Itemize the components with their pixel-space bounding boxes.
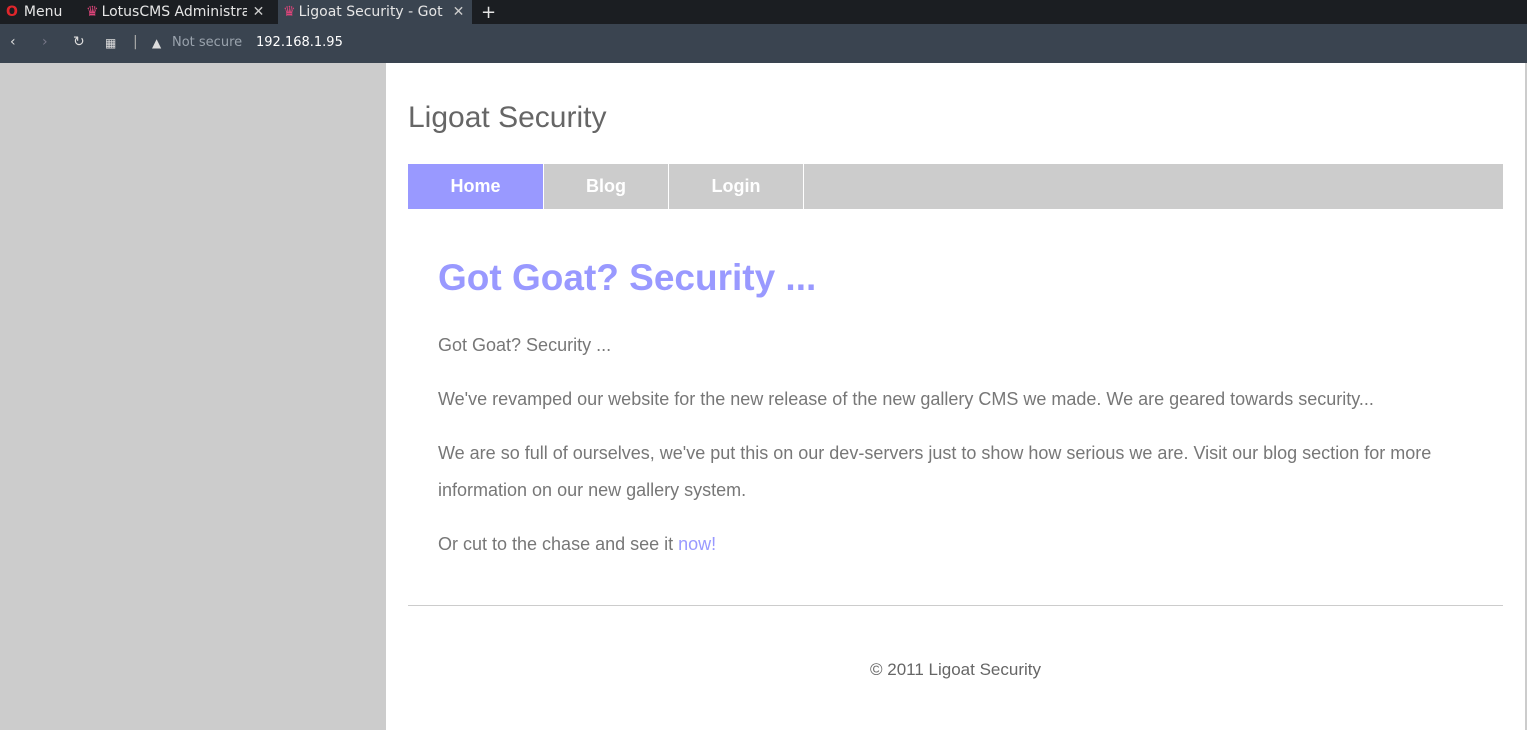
paragraph: Got Goat? Security ... xyxy=(438,335,612,355)
main-nav: Home Blog Login xyxy=(408,164,1503,209)
now-link[interactable]: now! xyxy=(678,534,716,554)
opera-menu-button[interactable]: O Menu xyxy=(6,0,62,24)
security-label[interactable]: Not secure xyxy=(172,35,242,50)
lotus-favicon-icon: ♛ xyxy=(283,4,296,20)
site-title: Ligoat Security xyxy=(408,101,607,134)
new-tab-button[interactable]: + xyxy=(481,0,496,24)
tab-title: LotusCMS Administra xyxy=(101,4,247,20)
footer-copyright: © 2011 Ligoat Security xyxy=(870,660,1041,679)
article-heading: Got Goat? Security ... xyxy=(438,257,817,298)
address-bar: ‹ › ↻ ▦ | ▲ Not secure 192.168.1.95 xyxy=(0,24,1527,63)
close-tab-icon[interactable]: ✕ xyxy=(253,4,265,20)
cta-paragraph: Or cut to the chase and see it now! xyxy=(438,526,1478,563)
browser-tab-bar: O Menu ♛ LotusCMS Administra ✕ ♛ Ligoat … xyxy=(0,0,1527,24)
divider xyxy=(408,605,1503,606)
tab-ligoat[interactable]: ♛ Ligoat Security - Got G ✕ xyxy=(278,0,472,24)
url-input[interactable]: 192.168.1.95 xyxy=(256,35,343,50)
close-tab-icon[interactable]: ✕ xyxy=(453,4,465,20)
nav-blog[interactable]: Blog xyxy=(544,164,669,209)
divider: | xyxy=(133,34,138,50)
nav-home[interactable]: Home xyxy=(408,164,544,209)
reload-icon[interactable]: ↻ xyxy=(73,34,85,50)
opera-logo-icon: O xyxy=(6,4,18,20)
speed-dial-icon[interactable]: ▦ xyxy=(105,36,116,50)
page-content: Ligoat Security Home Blog Login Got Goat… xyxy=(386,63,1525,730)
cta-text: Or cut to the chase and see it xyxy=(438,534,679,554)
tab-title: Ligoat Security - Got G xyxy=(298,4,447,20)
forward-icon[interactable]: › xyxy=(42,34,48,50)
nav-login[interactable]: Login xyxy=(669,164,804,209)
lotus-favicon-icon: ♛ xyxy=(86,4,99,20)
paragraph: We've revamped our website for the new r… xyxy=(438,389,1374,409)
tab-lotuscms[interactable]: ♛ LotusCMS Administra ✕ xyxy=(86,0,272,24)
article: Got Goat? Security ... Got Goat? Securit… xyxy=(438,255,1478,580)
menu-label: Menu xyxy=(23,4,63,20)
paragraph: We are so full of ourselves, we've put t… xyxy=(438,443,1432,500)
back-icon[interactable]: ‹ xyxy=(10,34,16,50)
warning-icon: ▲ xyxy=(152,36,162,50)
